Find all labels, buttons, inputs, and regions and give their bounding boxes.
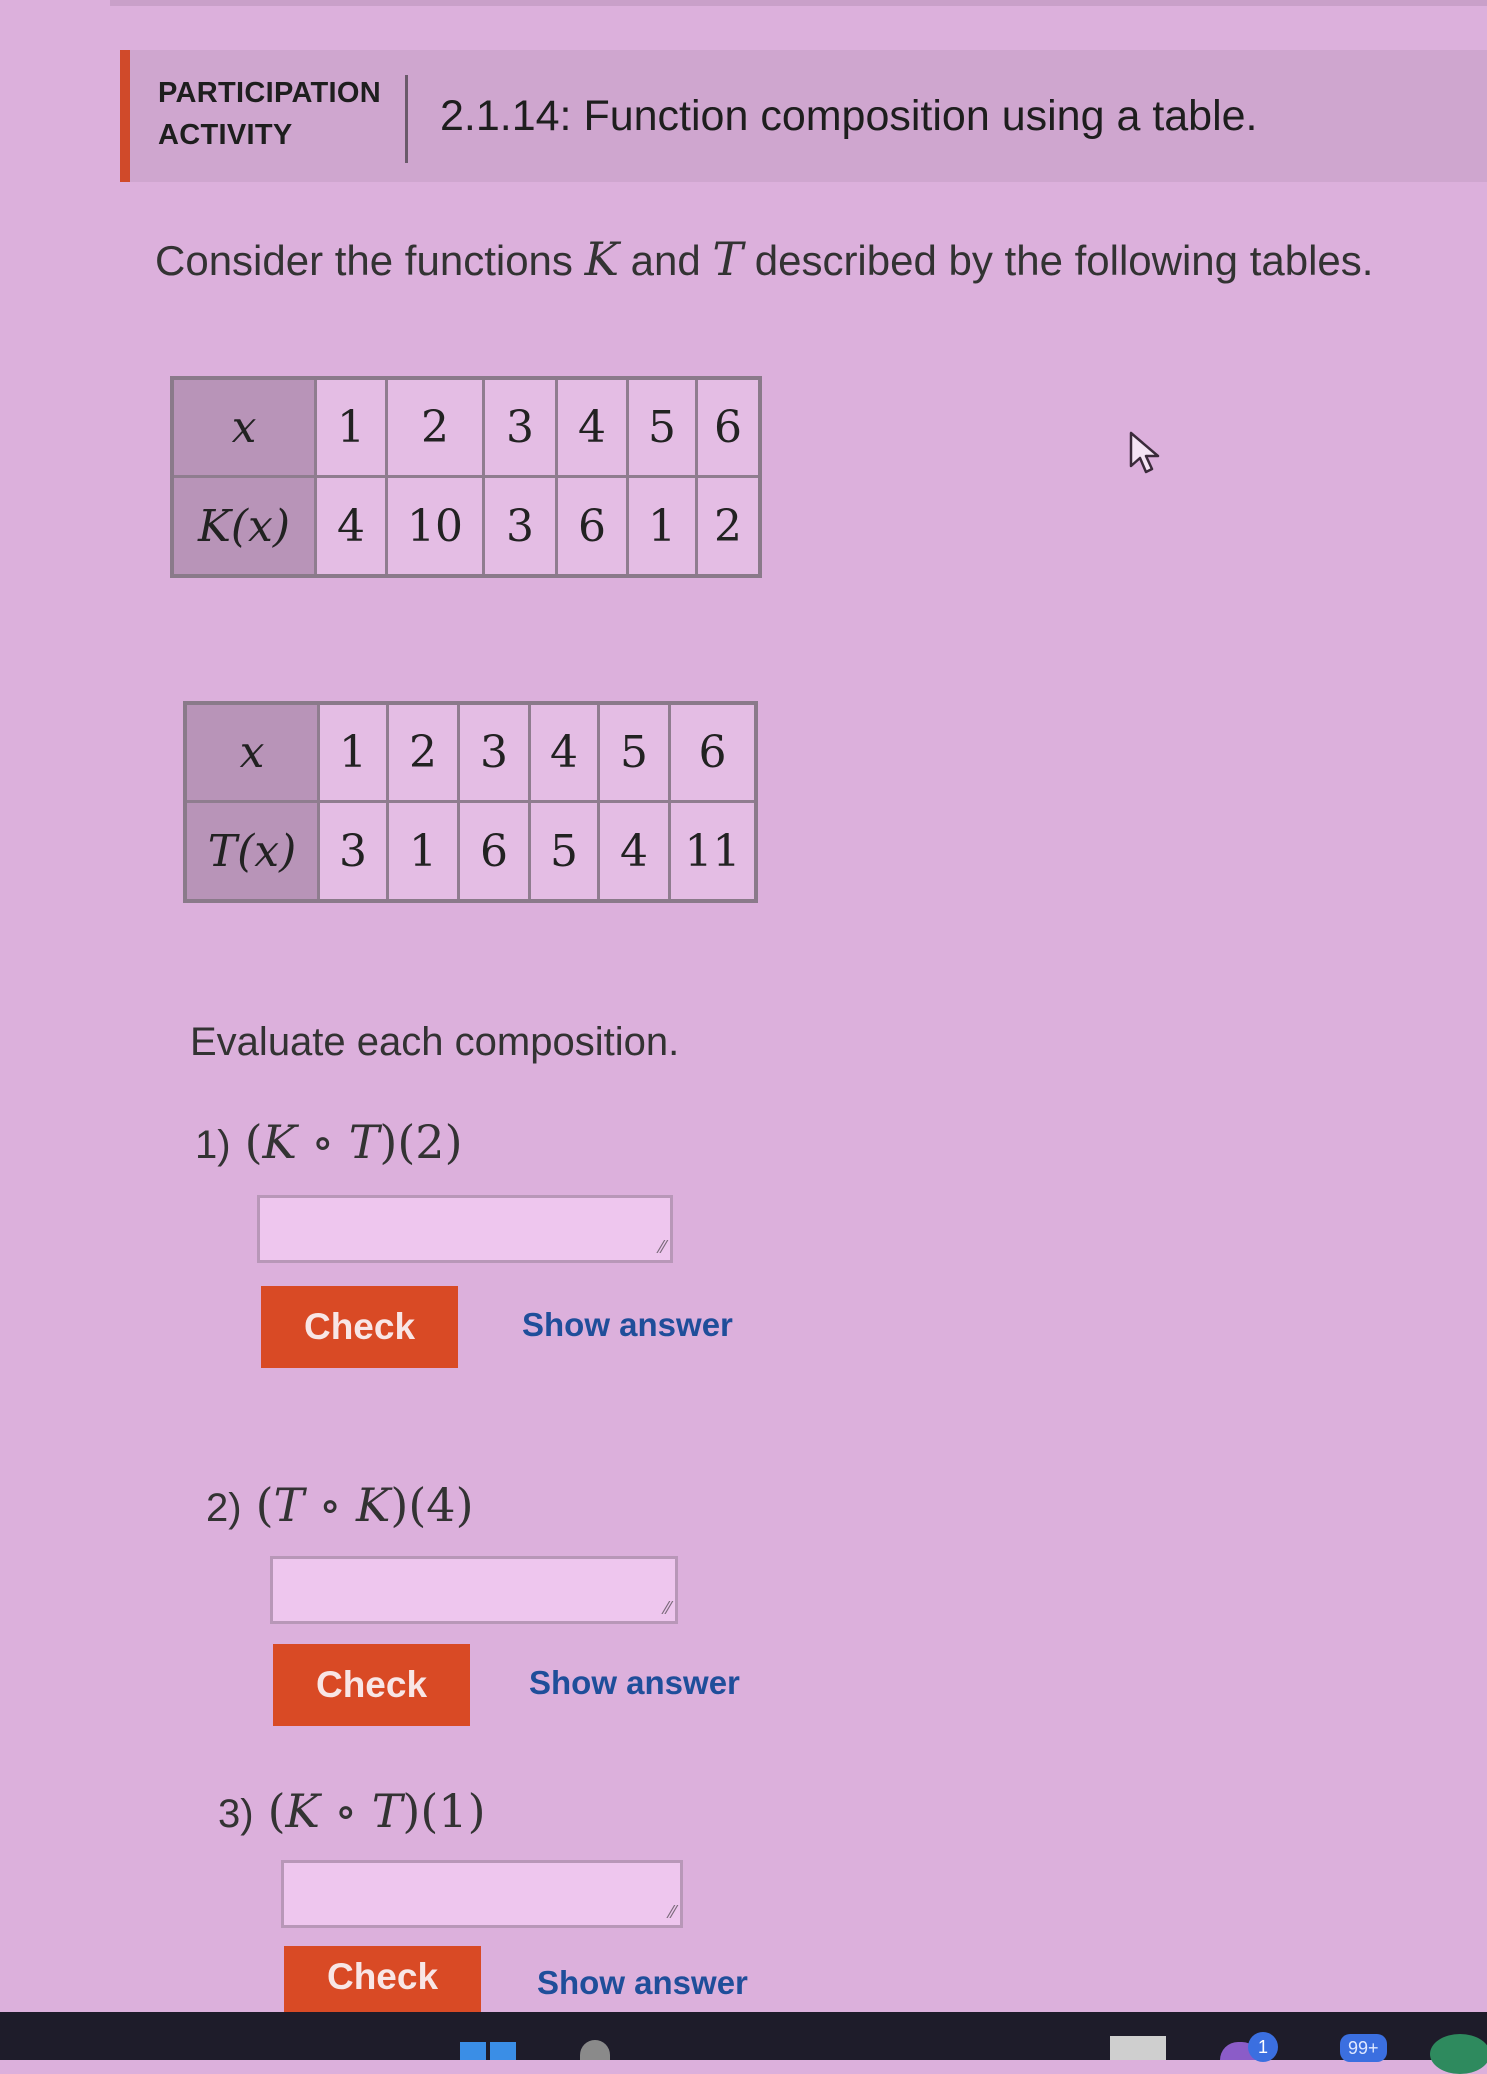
question-3: 3) (K ∘ T)(1)	[218, 1784, 486, 1838]
activity-label-line1: PARTICIPATION	[158, 77, 381, 109]
table-k-x-cell: 4	[555, 376, 629, 478]
intro-text-middle: and	[618, 237, 713, 284]
top-border	[110, 0, 1487, 6]
table-k-x-header: x	[170, 376, 317, 478]
inner-function: T	[371, 1784, 403, 1838]
taskbar-app-icon[interactable]	[1430, 2034, 1487, 2074]
activity-title: 2.1.14: Function composition using a tab…	[440, 92, 1258, 140]
intro-func-k: K	[584, 232, 619, 286]
table-t-fx-header: T(x)	[183, 800, 320, 903]
activity-label-line2: ACTIVITY	[158, 119, 293, 151]
function-table-k: x 1 2 3 4 5 6 K(x) 4 10 3 6 1 2	[170, 376, 762, 578]
table-k-fx-cell: 6	[555, 475, 629, 578]
windows-start-icon[interactable]	[460, 2042, 516, 2060]
table-k-x-cell: 1	[314, 376, 388, 478]
table-t-fx-row: T(x) 3 1 6 5 4 11	[183, 800, 758, 903]
question-expression: (K ∘ T)(1)	[267, 1784, 486, 1838]
question-2: 2) (T ∘ K)(4)	[206, 1478, 474, 1532]
activity-header: PARTICIPATION ACTIVITY 2.1.14: Function …	[120, 50, 1487, 182]
check-button-3[interactable]: Check	[284, 1946, 481, 2012]
accent-bar	[120, 50, 130, 182]
table-k-x-cell: 5	[626, 376, 698, 478]
activity-type-label: PARTICIPATION ACTIVITY	[158, 72, 388, 156]
table-t-x-cell: 5	[597, 701, 671, 803]
question-number: 1)	[195, 1123, 231, 1167]
question-number: 3)	[218, 1792, 254, 1836]
table-k-x-cell: 3	[482, 376, 558, 478]
table-t-x-cell: 3	[457, 701, 531, 803]
check-button-1[interactable]: Check	[261, 1286, 458, 1368]
table-t-fx-cell: 3	[317, 800, 389, 903]
table-k-fx-row: K(x) 4 10 3 6 1 2	[170, 475, 762, 578]
table-k-fx-cell: 10	[385, 475, 485, 578]
function-argument: 1	[438, 1784, 468, 1838]
answer-input-1[interactable]: ⁄⁄	[257, 1195, 673, 1263]
table-k-fx-header: K(x)	[170, 475, 317, 578]
function-argument: 4	[426, 1478, 456, 1532]
show-answer-link-2[interactable]: Show answer	[529, 1664, 740, 1702]
table-k-x-row: x 1 2 3 4 5 6	[170, 376, 762, 478]
table-t-fx-cell: 5	[528, 800, 600, 903]
table-k-x-cell: 6	[695, 376, 762, 478]
question-number: 2)	[206, 1486, 242, 1530]
table-k-fx-cell: 1	[626, 475, 698, 578]
table-t-x-cell: 6	[668, 701, 758, 803]
check-button-2[interactable]: Check	[273, 1644, 470, 1726]
table-t-fx-cell: 4	[597, 800, 671, 903]
intro-text-after: described by the following tables.	[743, 237, 1374, 284]
resize-handle-icon[interactable]: ⁄⁄	[665, 1598, 671, 1619]
resize-handle-icon[interactable]: ⁄⁄	[670, 1902, 676, 1923]
table-t-x-header: x	[183, 701, 320, 803]
table-k-x-cell: 2	[385, 376, 485, 478]
inner-function: T	[348, 1115, 380, 1169]
notification-count-badge: 99+	[1340, 2034, 1387, 2062]
function-table-t: x 1 2 3 4 5 6 T(x) 3 1 6 5 4 11	[183, 701, 758, 903]
outer-function: T	[273, 1478, 305, 1532]
resize-handle-icon[interactable]: ⁄⁄	[660, 1237, 666, 1258]
outer-function: K	[285, 1784, 320, 1838]
os-taskbar: 1 99+	[0, 2012, 1487, 2074]
table-t-fx-cell: 6	[457, 800, 531, 903]
question-1: 1) (K ∘ T)(2)	[195, 1115, 463, 1169]
answer-input-3[interactable]: ⁄⁄	[281, 1860, 683, 1928]
table-t-x-row: x 1 2 3 4 5 6	[183, 701, 758, 803]
intro-text: Consider the functions K and T described…	[155, 232, 1373, 286]
header-divider	[405, 75, 408, 163]
intro-text-before: Consider the functions	[155, 237, 585, 284]
question-expression: (K ∘ T)(2)	[244, 1115, 463, 1169]
function-argument: 2	[415, 1115, 445, 1169]
table-k-fx-cell: 4	[314, 475, 388, 578]
notification-badge: 1	[1248, 2032, 1278, 2062]
show-answer-link-1[interactable]: Show answer	[522, 1306, 733, 1344]
answer-input-2[interactable]: ⁄⁄	[270, 1556, 678, 1624]
table-k-fx-cell: 3	[482, 475, 558, 578]
table-t-x-cell: 1	[317, 701, 389, 803]
taskbar-app-icon[interactable]	[580, 2040, 610, 2060]
table-t-fx-cell: 1	[386, 800, 460, 903]
show-answer-link-3[interactable]: Show answer	[537, 1964, 748, 2002]
table-t-x-cell: 2	[386, 701, 460, 803]
taskbar-app-icon[interactable]	[1110, 2036, 1166, 2060]
intro-func-t: T	[712, 232, 744, 286]
table-k-fx-cell: 2	[695, 475, 762, 578]
table-t-x-cell: 4	[528, 701, 600, 803]
instructions-text: Evaluate each composition.	[190, 1020, 680, 1064]
question-expression: (T ∘ K)(4)	[255, 1478, 474, 1532]
mouse-cursor-icon	[1128, 430, 1168, 481]
inner-function: K	[356, 1478, 391, 1532]
outer-function: K	[262, 1115, 297, 1169]
table-t-fx-cell: 11	[668, 800, 758, 903]
